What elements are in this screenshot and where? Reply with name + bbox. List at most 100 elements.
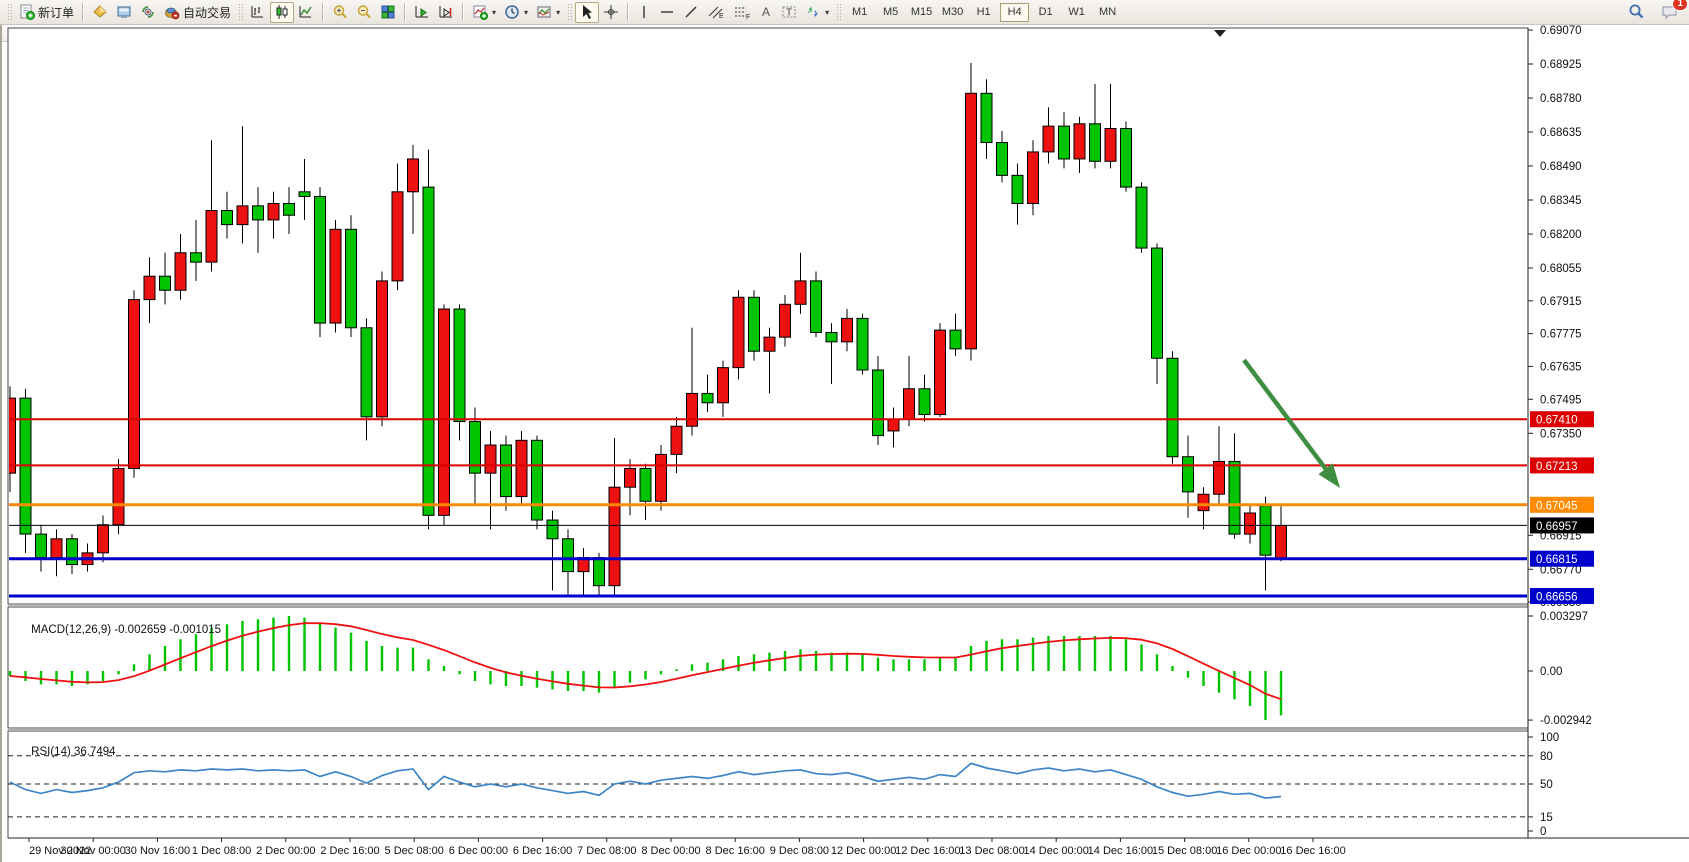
- line-chart-icon: [298, 4, 314, 20]
- toolbar-grip[interactable]: [7, 3, 12, 21]
- text-label-button[interactable]: T: [777, 2, 801, 23]
- svg-text:0.66957: 0.66957: [1536, 521, 1578, 533]
- zoom-in-button[interactable]: [328, 2, 352, 23]
- svg-text:0.68345: 0.68345: [1540, 195, 1582, 207]
- time-axis-label: 13 Dec 08:00: [959, 845, 1024, 857]
- toolbar-grip[interactable]: [567, 3, 572, 21]
- search-button[interactable]: [1624, 1, 1649, 22]
- svg-text:0.67410: 0.67410: [1536, 415, 1578, 427]
- timeframe-mn-button[interactable]: MN: [1093, 3, 1122, 22]
- svg-text:0.67350: 0.67350: [1540, 428, 1582, 440]
- timeframe-toolbar: M1M5M15M30H1H4D1W1MN: [844, 2, 1123, 22]
- svg-text:0.67495: 0.67495: [1540, 394, 1582, 406]
- horizontal-line-button[interactable]: [655, 2, 679, 23]
- fibonacci-icon: F: [733, 4, 751, 20]
- text-button[interactable]: A: [755, 2, 777, 23]
- timeframe-m5-button[interactable]: M5: [876, 3, 905, 22]
- periods-button[interactable]: ▾: [500, 2, 532, 23]
- autotrading-button[interactable]: 自动交易: [160, 2, 235, 23]
- toolbar-separator: [82, 3, 84, 21]
- search-icon: [1628, 3, 1645, 20]
- time-axis-label: 6 Dec 16:00: [513, 845, 572, 857]
- time-axis-label: 8 Dec 00:00: [641, 845, 700, 857]
- vertical-line-button[interactable]: [633, 2, 655, 23]
- market-watch-button[interactable]: [88, 2, 112, 23]
- market-watch-icon: [92, 4, 108, 20]
- chart-canvas[interactable]: 0.690700.689250.687800.686350.684900.683…: [2, 25, 1689, 862]
- macd-pane-label: MACD(12,26,9) -0.002659 -0.001015: [12, 612, 221, 648]
- crosshair-button[interactable]: [599, 2, 623, 23]
- equidistant-channel-button[interactable]: E: [703, 2, 729, 23]
- time-axis-label: 16 Dec 00:00: [1216, 845, 1281, 857]
- svg-text:0.68925: 0.68925: [1540, 59, 1582, 71]
- autotrading-icon: [164, 4, 180, 20]
- svg-text:0.67213: 0.67213: [1536, 461, 1578, 473]
- svg-text:0: 0: [1540, 826, 1546, 838]
- timeframe-m1-button[interactable]: M1: [845, 3, 874, 22]
- timeframe-m30-button[interactable]: M30: [938, 3, 967, 22]
- timeframe-d1-button[interactable]: D1: [1031, 3, 1060, 22]
- time-axis-label: 15 Dec 08:00: [1152, 845, 1217, 857]
- new-order-button[interactable]: 新订单: [15, 2, 78, 23]
- svg-text:0.68200: 0.68200: [1540, 229, 1582, 241]
- timeframe-m15-button[interactable]: M15: [907, 3, 936, 22]
- arrows-icon: [805, 4, 821, 20]
- templates-button[interactable]: ▾: [532, 2, 564, 23]
- indicators-button[interactable]: ▾: [468, 2, 500, 23]
- toolbar-separator: [322, 3, 324, 21]
- auto-scroll-button[interactable]: [410, 2, 434, 23]
- candlestick-chart-button[interactable]: [270, 2, 294, 23]
- svg-text:0.00: 0.00: [1540, 666, 1562, 678]
- time-axis-label: 6 Dec 00:00: [449, 845, 508, 857]
- chart-shift-button[interactable]: [434, 2, 458, 23]
- trendline-button[interactable]: [679, 2, 703, 23]
- svg-text:0.67775: 0.67775: [1540, 329, 1582, 341]
- svg-text:T: T: [786, 8, 792, 19]
- toolbar-separator: [404, 3, 406, 21]
- rsi-pane-label: RSI(14) 36.7494: [12, 734, 116, 770]
- equidistant-channel-icon: E: [707, 4, 725, 20]
- svg-text:0.68635: 0.68635: [1540, 127, 1582, 139]
- svg-text:E: E: [719, 13, 724, 20]
- bar-chart-button[interactable]: [246, 2, 270, 23]
- line-chart-button[interactable]: [294, 2, 318, 23]
- timeframe-w1-button[interactable]: W1: [1062, 3, 1091, 22]
- main-toolbar: 新订单: [0, 0, 1689, 25]
- chart-shift-icon: [438, 4, 454, 20]
- navigator-icon: [140, 4, 156, 20]
- mt4-application: 新订单: [0, 0, 1689, 862]
- svg-text:0.66815: 0.66815: [1536, 554, 1578, 566]
- cursor-button[interactable]: [575, 2, 599, 23]
- fibonacci-button[interactable]: F: [729, 2, 755, 23]
- time-axis-label: 9 Dec 08:00: [770, 845, 829, 857]
- templates-icon: [536, 4, 552, 20]
- svg-text:50: 50: [1540, 779, 1553, 791]
- time-axis-label: 30 Nov 16:00: [125, 845, 190, 857]
- timeframe-h1-button[interactable]: H1: [969, 3, 998, 22]
- toolbar-grip[interactable]: [238, 3, 243, 21]
- time-axis-label: 7 Dec 08:00: [577, 845, 636, 857]
- zoom-out-button[interactable]: [352, 2, 376, 23]
- notifications-button[interactable]: 1: [1657, 1, 1683, 22]
- time-axis-label: 14 Dec 00:00: [1023, 845, 1088, 857]
- timeframe-h4-button[interactable]: H4: [1000, 3, 1029, 22]
- trendline-icon: [683, 4, 699, 20]
- autotrading-label: 自动交易: [183, 4, 231, 21]
- crosshair-icon: [603, 4, 619, 20]
- tile-windows-icon: [380, 4, 396, 20]
- time-axis-label: 12 Dec 00:00: [831, 845, 896, 857]
- tile-windows-button[interactable]: [376, 2, 400, 23]
- toolbar-separator: [462, 3, 464, 21]
- arrows-button[interactable]: ▾: [801, 2, 833, 23]
- auto-scroll-icon: [414, 4, 430, 20]
- svg-text:0.68055: 0.68055: [1540, 263, 1582, 275]
- time-axis-label: 5 Dec 08:00: [385, 845, 444, 857]
- toolbar-separator: [627, 3, 629, 21]
- navigator-button[interactable]: [136, 2, 160, 23]
- data-window-button[interactable]: [112, 2, 136, 23]
- toolbar-grip[interactable]: [836, 3, 841, 21]
- notification-badge: 1: [1672, 0, 1688, 11]
- svg-text:100: 100: [1540, 732, 1559, 744]
- vertical-line-icon: [637, 4, 651, 20]
- svg-text:-0.002942: -0.002942: [1540, 715, 1592, 727]
